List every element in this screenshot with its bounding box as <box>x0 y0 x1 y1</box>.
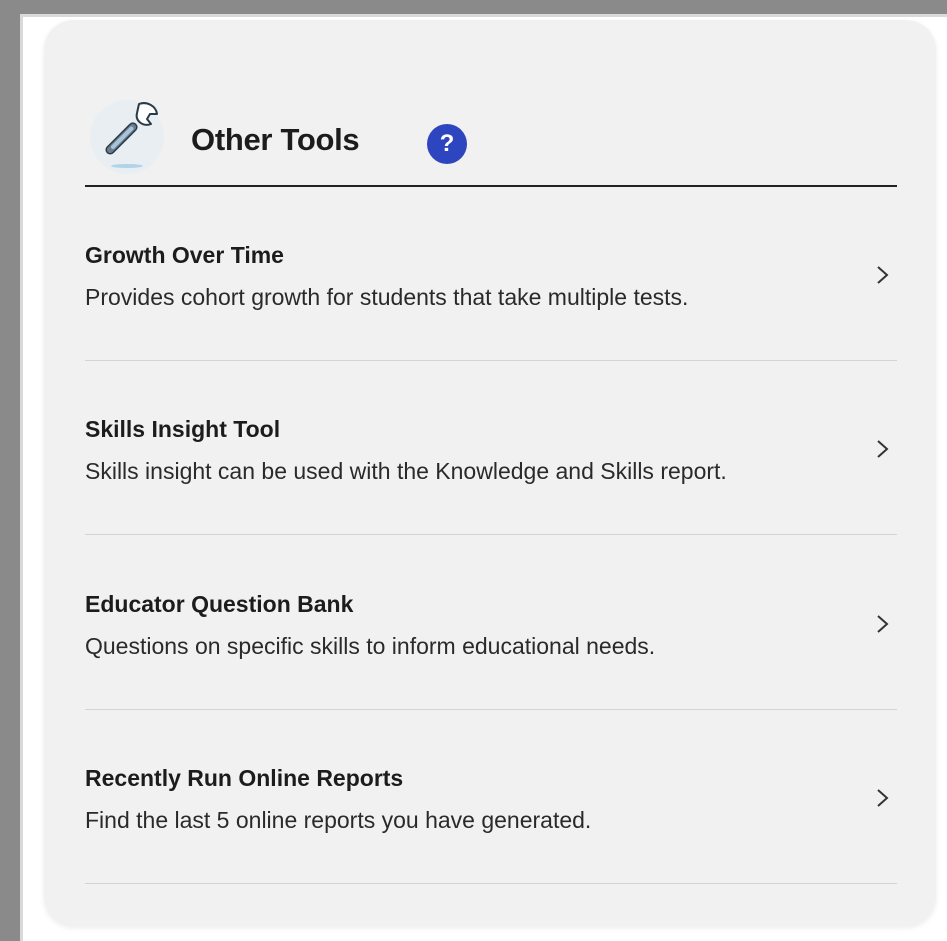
window-frame-top <box>0 0 947 14</box>
item-title: Growth Over Time <box>85 242 284 268</box>
item-divider <box>85 883 897 884</box>
item-description: Skills insight can be used with the Know… <box>85 458 727 484</box>
screen: Other Tools ? Growth Over Time Provides … <box>0 0 947 941</box>
item-title: Educator Question Bank <box>85 591 354 617</box>
list-item-recently-run-online-reports[interactable]: Recently Run Online Reports Find the las… <box>85 710 897 884</box>
chevron-right-icon <box>877 266 889 284</box>
window-frame-left <box>0 0 20 941</box>
question-circle-icon[interactable]: ? <box>427 124 467 164</box>
list-item-growth-over-time[interactable]: Growth Over Time Provides cohort growth … <box>85 187 897 361</box>
item-description: Questions on specific skills to inform e… <box>85 633 656 659</box>
list-item-skills-insight-tool[interactable]: Skills Insight Tool Skills insight can b… <box>85 361 897 535</box>
chevron-right-icon <box>877 789 889 807</box>
card-header: Other Tools ? <box>88 72 898 188</box>
window-frame-inner-top <box>20 14 947 17</box>
item-description: Provides cohort growth for students that… <box>85 284 689 310</box>
item-description: Find the last 5 online reports you have … <box>85 807 592 833</box>
chevron-right-icon <box>877 440 889 458</box>
item-divider <box>85 534 897 535</box>
item-title: Skills Insight Tool <box>85 416 281 442</box>
item-title: Recently Run Online Reports <box>85 765 404 791</box>
chevron-right-icon <box>877 615 889 633</box>
wrench-icon <box>90 100 164 174</box>
list-item-educator-question-bank[interactable]: Educator Question Bank Questions on spec… <box>85 536 897 710</box>
window-frame-inner-left <box>20 14 23 941</box>
page-title: Other Tools <box>191 122 360 157</box>
